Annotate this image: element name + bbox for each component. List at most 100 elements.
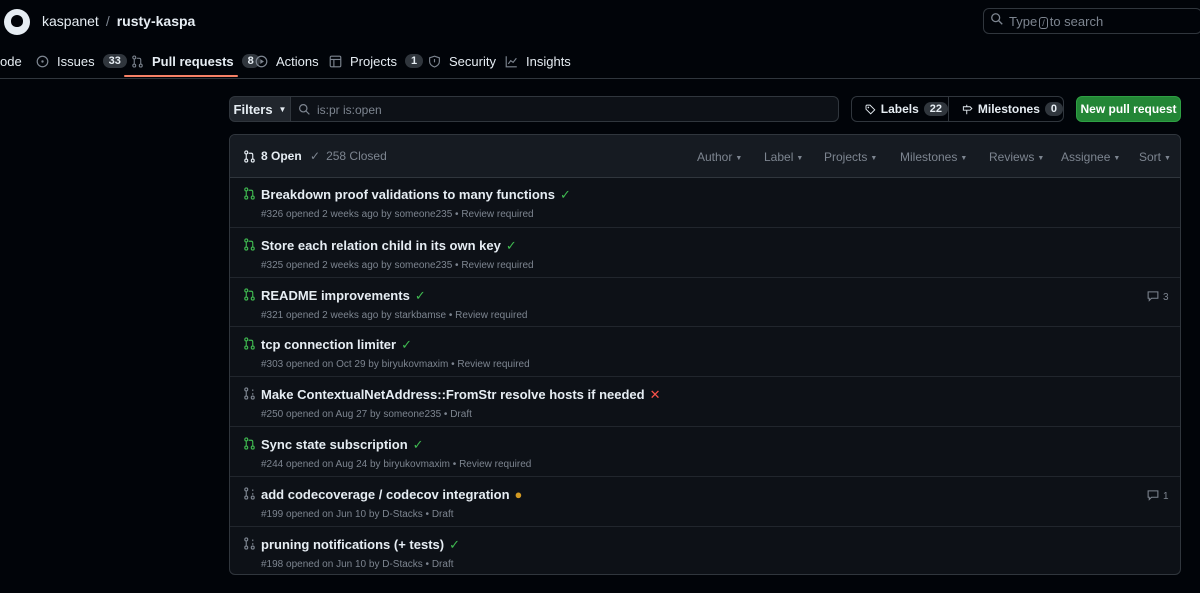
check-icon[interactable]: ✓ xyxy=(560,187,571,202)
search-shortcut-key: / xyxy=(1039,17,1048,29)
tab-issues[interactable]: Issues 33 xyxy=(36,44,127,78)
comment-icon xyxy=(1147,290,1163,305)
github-logo-icon[interactable] xyxy=(4,9,30,35)
pull-request-row[interactable]: Sync state subscription ✓ #244 opened on A… xyxy=(230,426,1180,476)
pull-request-title[interactable]: README improvements ✓ xyxy=(261,288,426,304)
search-icon xyxy=(991,13,1003,25)
issues-count-badge: 33 xyxy=(102,54,127,68)
pull-request-title[interactable]: tcp connection limiter ✓ xyxy=(261,337,412,353)
pull-request-row[interactable]: pruning notifications (+ tests) ✓ #198 ope… xyxy=(230,525,1180,574)
label-dropdown[interactable]: Label ▼ xyxy=(764,150,803,164)
tab-actions-label: Actions xyxy=(276,53,319,69)
check-icon[interactable]: ✓ xyxy=(506,238,517,253)
check-icon[interactable]: ✓ xyxy=(413,437,424,452)
labels-label: Labels xyxy=(880,102,919,116)
sort-dropdown-label: Sort xyxy=(1139,150,1162,164)
reviews-dropdown-label: Reviews xyxy=(989,150,1035,164)
open-count-label: 8 Open xyxy=(261,149,302,163)
check-icon[interactable]: ✓ xyxy=(449,537,460,552)
pull-request-row[interactable]: Make ContextualNetAddress::FromStr resol… xyxy=(230,376,1180,426)
author-dropdown-label: Author xyxy=(697,150,733,164)
issue-opened-icon xyxy=(36,55,49,67)
labels-button[interactable]: Labels 22 xyxy=(851,96,949,122)
git-pull-request-icon xyxy=(243,187,256,203)
git-pull-request-icon xyxy=(243,238,256,254)
git-pull-request-draft-icon xyxy=(243,487,256,503)
check-icon[interactable]: ✓ xyxy=(401,337,412,352)
pull-request-row[interactable]: Breakdown proof validations to many func… xyxy=(230,177,1180,227)
pull-request-row[interactable]: README improvements ✓ #321 opened 2 weeks … xyxy=(230,276,1180,327)
reviews-dropdown[interactable]: Reviews ▼ xyxy=(989,150,1044,164)
check-icon[interactable]: ✓ xyxy=(415,288,426,303)
tab-code[interactable]: ode xyxy=(0,44,22,78)
repo-header: kaspanet / rusty-kaspa Type / to search ode … xyxy=(0,0,1200,79)
milestones-count-badge: 0 xyxy=(1044,102,1063,116)
pull-request-title[interactable]: Sync state subscription ✓ xyxy=(261,437,424,453)
owner-link[interactable]: kaspanet xyxy=(42,13,99,29)
author-dropdown[interactable]: Author ▼ xyxy=(697,150,742,164)
assignee-dropdown-label: Assignee xyxy=(1061,150,1111,164)
comments-link[interactable]: 3 xyxy=(1147,290,1169,305)
pull-request-meta: #325 opened 2 weeks ago by someone235 • … xyxy=(261,259,534,271)
filters-label: Filters xyxy=(233,101,273,117)
pull-request-title[interactable]: Make ContextualNetAddress::FromStr resol… xyxy=(261,387,661,403)
play-icon xyxy=(255,55,268,67)
tab-projects-label: Projects xyxy=(350,53,397,69)
pull-request-meta: #321 opened 2 weeks ago by starkbamse • … xyxy=(261,309,528,321)
tab-security[interactable]: Security xyxy=(428,44,496,78)
pull-request-row[interactable]: tcp connection limiter ✓ #303 opened on Oc… xyxy=(230,326,1180,376)
git-pull-request-icon xyxy=(243,437,256,453)
tab-actions[interactable]: Actions xyxy=(255,44,319,78)
tab-insights[interactable]: Insights xyxy=(505,44,571,78)
tab-pull-requests-label: Pull requests xyxy=(152,53,234,69)
chevron-down-icon: ▼ xyxy=(278,104,287,114)
comment-count: 3 xyxy=(1163,291,1169,303)
git-pull-request-draft-icon xyxy=(243,537,256,553)
chevron-down-icon: ▼ xyxy=(1037,155,1045,162)
milestone-icon xyxy=(962,104,973,114)
check-icon: ✓ xyxy=(310,149,321,163)
search-input[interactable]: Type / to search xyxy=(983,8,1200,34)
assignee-dropdown[interactable]: Assignee ▼ xyxy=(1061,150,1120,164)
projects-dropdown[interactable]: Projects ▼ xyxy=(824,150,877,164)
pull-request-title[interactable]: Store each relation child in its own key… xyxy=(261,238,517,254)
filters-button[interactable]: Filters ▼ xyxy=(229,96,291,122)
tab-pull-requests[interactable]: Pull requests 8 xyxy=(131,44,260,78)
pull-request-title-text: add codecoverage / codecov integration xyxy=(261,486,510,502)
pending-dot-icon[interactable]: ● xyxy=(515,487,523,502)
x-fail-icon[interactable]: ✕ xyxy=(650,387,661,402)
milestones-button[interactable]: Milestones 0 xyxy=(948,96,1064,122)
git-pull-request-icon xyxy=(244,149,255,163)
pull-request-list: 8 Open ✓ 258 Closed Author ▼ Label ▼ Proje… xyxy=(229,134,1181,575)
pull-request-title[interactable]: pruning notifications (+ tests) ✓ xyxy=(261,537,460,553)
pull-request-row[interactable]: add codecoverage / codecov integration ● #… xyxy=(230,475,1180,526)
pull-request-title-text: Store each relation child in its own key xyxy=(261,237,501,253)
pull-request-meta: #244 opened on Aug 24 by biryukovmaxim •… xyxy=(261,459,532,470)
closed-filter-link[interactable]: ✓ 258 Closed xyxy=(310,149,387,163)
labels-count-badge: 22 xyxy=(923,102,948,116)
tab-code-label: ode xyxy=(0,53,22,69)
milestones-dropdown[interactable]: Milestones ▼ xyxy=(900,150,967,164)
tag-icon xyxy=(865,104,876,115)
repo-link[interactable]: rusty-kaspa xyxy=(117,13,196,29)
comment-count: 1 xyxy=(1163,490,1169,502)
pull-request-title[interactable]: Breakdown proof validations to many func… xyxy=(261,187,571,203)
chevron-down-icon: ▼ xyxy=(796,155,804,162)
pr-filter-input[interactable]: is:pr is:open xyxy=(290,96,839,122)
tab-projects[interactable]: Projects 1 xyxy=(329,44,424,78)
tab-issues-label: Issues xyxy=(57,53,95,69)
search-placeholder-suffix: to search xyxy=(1049,14,1104,29)
pull-request-row[interactable]: Store each relation child in its own key… xyxy=(230,226,1180,277)
pull-request-title[interactable]: add codecoverage / codecov integration ● xyxy=(261,487,522,502)
tab-insights-label: Insights xyxy=(526,53,571,69)
pull-request-title-text: pruning notifications (+ tests) xyxy=(261,536,445,552)
chevron-down-icon: ▼ xyxy=(1113,155,1121,162)
comments-link[interactable]: 1 xyxy=(1147,489,1169,504)
open-filter-link[interactable]: 8 Open xyxy=(243,149,302,163)
closed-count-label: 258 Closed xyxy=(326,149,387,163)
sort-dropdown[interactable]: Sort ▼ xyxy=(1139,150,1171,164)
new-pull-request-button[interactable]: New pull request xyxy=(1076,96,1181,122)
git-pull-request-icon xyxy=(243,337,256,353)
breadcrumb: kaspanet / rusty-kaspa xyxy=(42,13,195,29)
pull-request-title-text: Breakdown proof validations to many func… xyxy=(261,187,555,202)
